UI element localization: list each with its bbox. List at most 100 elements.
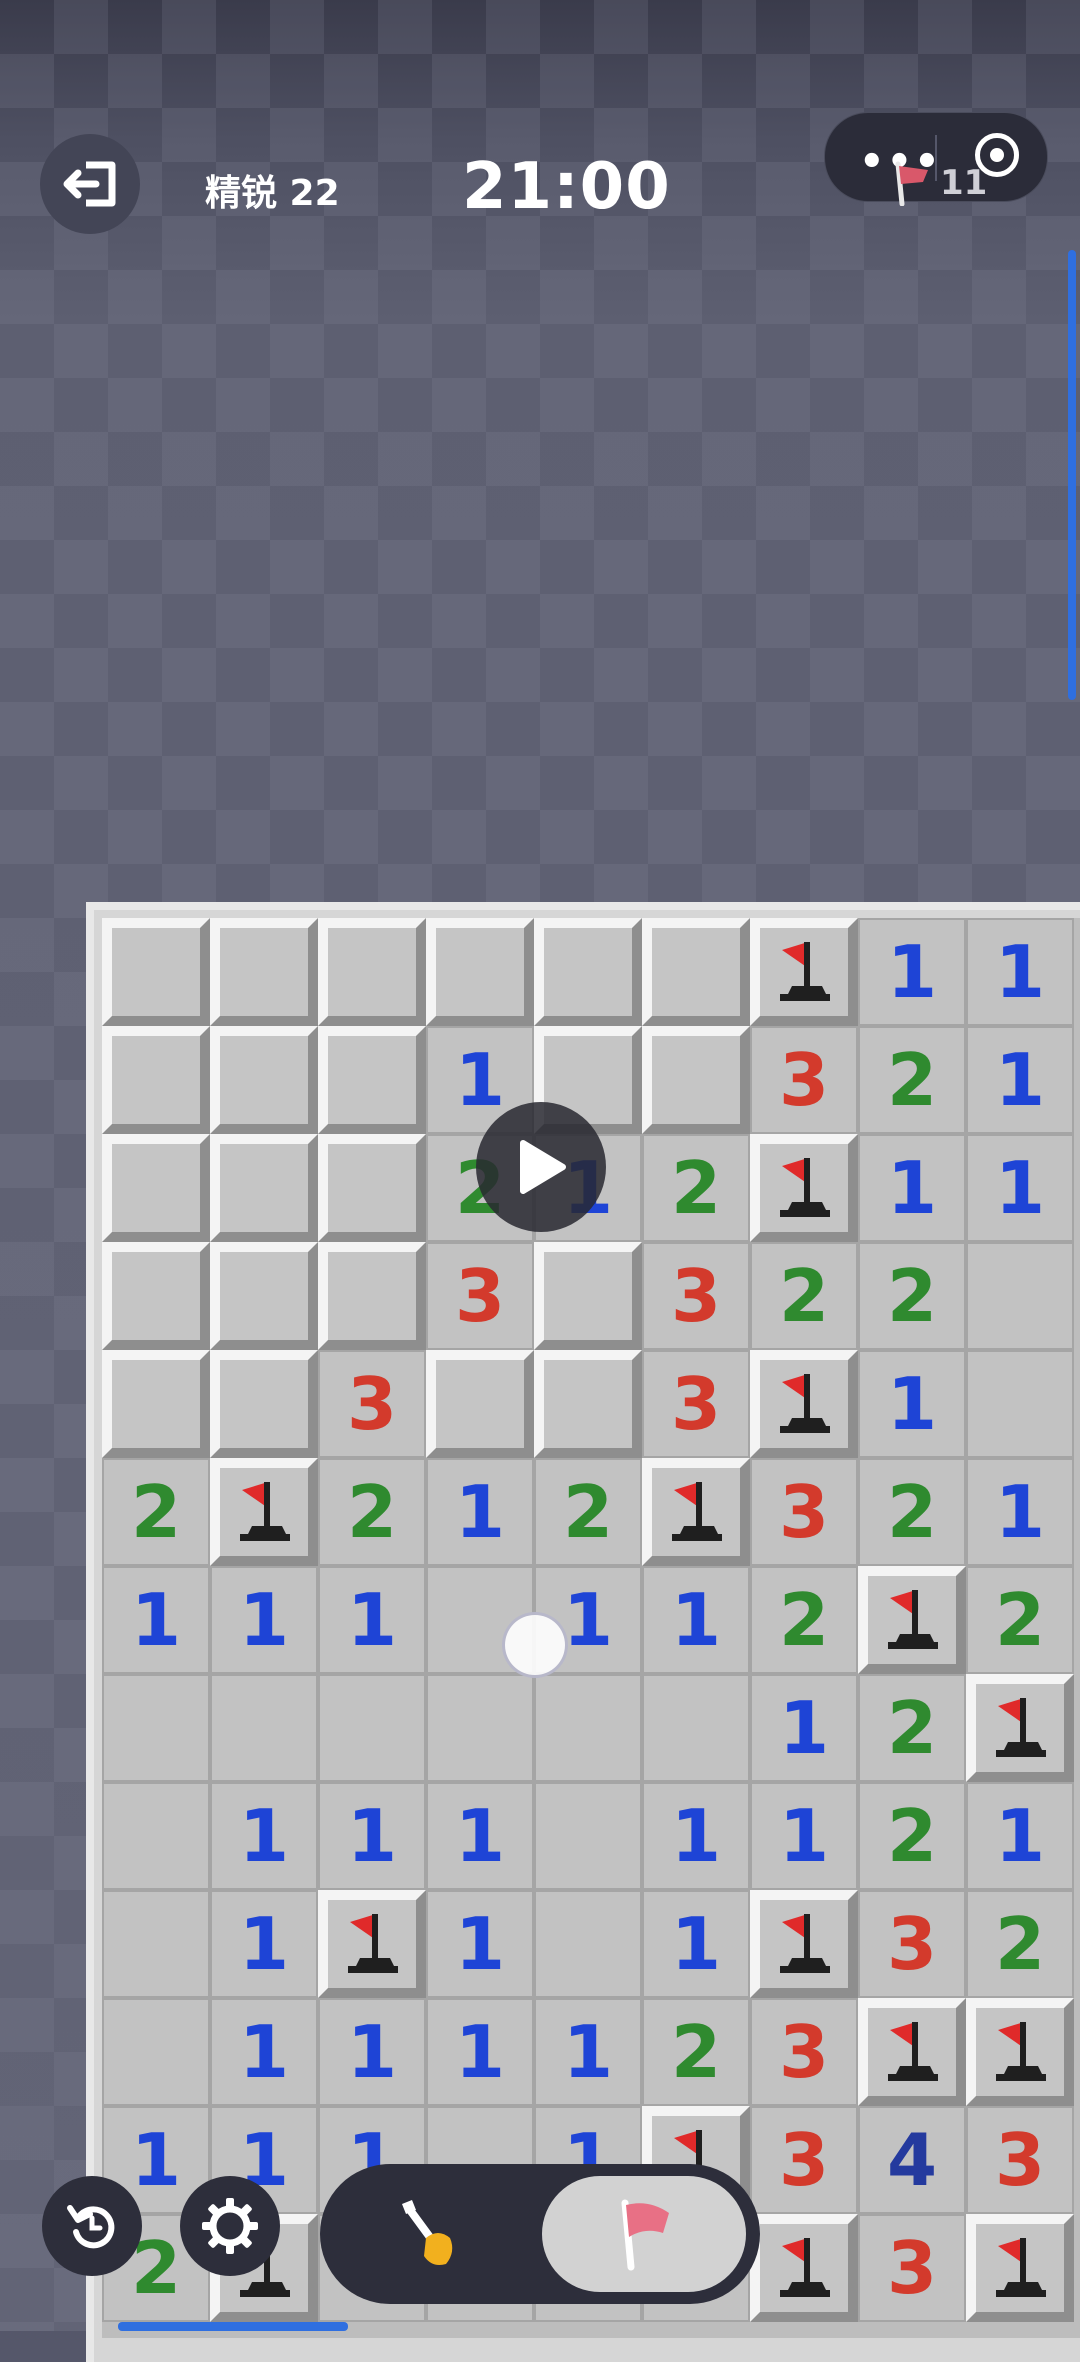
closed-cell[interactable]: [102, 1026, 210, 1134]
flagged-cell[interactable]: [750, 1350, 858, 1458]
closed-cell[interactable]: [534, 918, 642, 1026]
number-cell[interactable]: 3: [426, 1242, 534, 1350]
flagged-cell[interactable]: [750, 2214, 858, 2322]
number-cell[interactable]: 2: [858, 1782, 966, 1890]
number-cell[interactable]: 1: [750, 1674, 858, 1782]
number-cell[interactable]: 1: [102, 1566, 210, 1674]
number-cell[interactable]: 3: [858, 2214, 966, 2322]
flagged-cell[interactable]: [318, 1890, 426, 1998]
flagged-cell[interactable]: [966, 1998, 1074, 2106]
empty-cell[interactable]: [642, 1674, 750, 1782]
number-cell[interactable]: 1: [210, 1782, 318, 1890]
number-cell[interactable]: 1: [750, 1782, 858, 1890]
number-cell[interactable]: 3: [750, 1026, 858, 1134]
flagged-cell[interactable]: [966, 1674, 1074, 1782]
flagged-cell[interactable]: [858, 1998, 966, 2106]
number-cell[interactable]: 2: [750, 1566, 858, 1674]
closed-cell[interactable]: [210, 1242, 318, 1350]
number-cell[interactable]: 1: [426, 1890, 534, 1998]
number-cell[interactable]: 1: [966, 1134, 1074, 1242]
number-cell[interactable]: 2: [858, 1026, 966, 1134]
number-cell[interactable]: 1: [966, 1782, 1074, 1890]
closed-cell[interactable]: [642, 1026, 750, 1134]
flag-mode-button[interactable]: [542, 2176, 746, 2292]
number-cell[interactable]: 1: [210, 1566, 318, 1674]
number-cell[interactable]: 1: [210, 1998, 318, 2106]
number-cell[interactable]: 1: [318, 1566, 426, 1674]
empty-cell[interactable]: [534, 1890, 642, 1998]
number-cell[interactable]: 2: [966, 1890, 1074, 1998]
number-cell[interactable]: 1: [318, 1998, 426, 2106]
number-cell[interactable]: 1: [642, 1782, 750, 1890]
closed-cell[interactable]: [210, 918, 318, 1026]
empty-cell[interactable]: [534, 1782, 642, 1890]
flagged-cell[interactable]: [750, 918, 858, 1026]
number-cell[interactable]: 3: [642, 1350, 750, 1458]
closed-cell[interactable]: [534, 1350, 642, 1458]
number-cell[interactable]: 2: [534, 1458, 642, 1566]
empty-cell[interactable]: [210, 1674, 318, 1782]
closed-cell[interactable]: [210, 1026, 318, 1134]
number-cell[interactable]: 1: [858, 918, 966, 1026]
empty-cell[interactable]: [318, 1674, 426, 1782]
number-cell[interactable]: 1: [858, 1134, 966, 1242]
flagged-cell[interactable]: [858, 1566, 966, 1674]
empty-cell[interactable]: [534, 1674, 642, 1782]
undo-button[interactable]: [42, 2176, 142, 2276]
closed-cell[interactable]: [210, 1350, 318, 1458]
number-cell[interactable]: 1: [642, 1890, 750, 1998]
number-cell[interactable]: 4: [858, 2106, 966, 2214]
empty-cell[interactable]: [102, 1998, 210, 2106]
number-cell[interactable]: 2: [642, 1998, 750, 2106]
number-cell[interactable]: 2: [642, 1134, 750, 1242]
exit-button[interactable]: [40, 134, 140, 234]
play-button[interactable]: [476, 1102, 606, 1232]
number-cell[interactable]: 3: [858, 1890, 966, 1998]
number-cell[interactable]: 3: [318, 1350, 426, 1458]
empty-cell[interactable]: [102, 1674, 210, 1782]
empty-cell[interactable]: [966, 1350, 1074, 1458]
number-cell[interactable]: 3: [750, 1458, 858, 1566]
number-cell[interactable]: 3: [642, 1242, 750, 1350]
number-cell[interactable]: 2: [102, 1458, 210, 1566]
number-cell[interactable]: 1: [966, 1026, 1074, 1134]
closed-cell[interactable]: [534, 1242, 642, 1350]
closed-cell[interactable]: [318, 1026, 426, 1134]
number-cell[interactable]: 2: [750, 1242, 858, 1350]
closed-cell[interactable]: [102, 1350, 210, 1458]
closed-cell[interactable]: [318, 1242, 426, 1350]
closed-cell[interactable]: [102, 918, 210, 1026]
closed-cell[interactable]: [102, 1242, 210, 1350]
flagged-cell[interactable]: [750, 1890, 858, 1998]
number-cell[interactable]: 1: [426, 1458, 534, 1566]
number-cell[interactable]: 3: [750, 1998, 858, 2106]
number-cell[interactable]: 1: [210, 1890, 318, 1998]
number-cell[interactable]: 1: [426, 1782, 534, 1890]
number-cell[interactable]: 2: [318, 1458, 426, 1566]
number-cell[interactable]: 2: [858, 1242, 966, 1350]
number-cell[interactable]: 1: [858, 1350, 966, 1458]
closed-cell[interactable]: [426, 918, 534, 1026]
number-cell[interactable]: 2: [858, 1674, 966, 1782]
closed-cell[interactable]: [318, 1134, 426, 1242]
scroll-indicator[interactable]: [1068, 250, 1076, 700]
closed-cell[interactable]: [642, 918, 750, 1026]
number-cell[interactable]: 3: [750, 2106, 858, 2214]
flagged-cell[interactable]: [966, 2214, 1074, 2322]
number-cell[interactable]: 2: [966, 1566, 1074, 1674]
number-cell[interactable]: 2: [858, 1458, 966, 1566]
number-cell[interactable]: 1: [966, 1458, 1074, 1566]
number-cell[interactable]: 1: [318, 1782, 426, 1890]
flagged-cell[interactable]: [210, 1458, 318, 1566]
number-cell[interactable]: 1: [534, 1998, 642, 2106]
number-cell[interactable]: 3: [966, 2106, 1074, 2214]
closed-cell[interactable]: [210, 1134, 318, 1242]
number-cell[interactable]: 1: [426, 1998, 534, 2106]
flagged-cell[interactable]: [750, 1134, 858, 1242]
number-cell[interactable]: 1: [642, 1566, 750, 1674]
empty-cell[interactable]: [102, 1782, 210, 1890]
dig-mode-button[interactable]: [380, 2184, 480, 2284]
closed-cell[interactable]: [426, 1350, 534, 1458]
empty-cell[interactable]: [426, 1674, 534, 1782]
closed-cell[interactable]: [318, 918, 426, 1026]
